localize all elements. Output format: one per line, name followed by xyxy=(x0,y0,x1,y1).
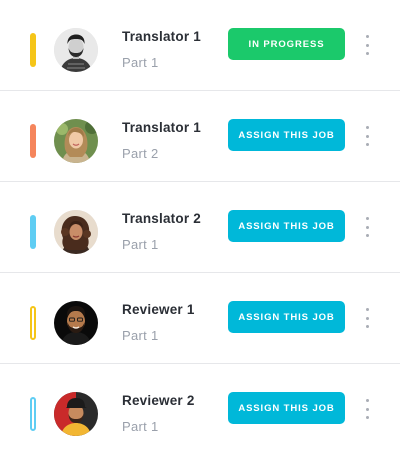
more-options-icon[interactable] xyxy=(361,399,373,419)
assignee-role: Reviewer 1 xyxy=(122,302,195,317)
avatar-woman-curly-icon xyxy=(54,210,98,254)
avatar-man-beard-icon xyxy=(54,28,98,72)
assign-job-button[interactable]: ASSIGN THIS JOB xyxy=(228,392,345,424)
assignee-role: Translator 1 xyxy=(122,29,201,44)
assignee-role: Translator 1 xyxy=(122,120,201,135)
list-item: Translator 1 Part 2 ASSIGN THIS JOB xyxy=(0,91,400,182)
assign-job-button[interactable]: ASSIGN THIS JOB xyxy=(228,210,345,242)
job-part: Part 1 xyxy=(122,328,159,343)
more-options-icon[interactable] xyxy=(361,308,373,328)
list-item: Translator 1 Part 1 IN PROGRESS xyxy=(0,0,400,91)
assign-job-button[interactable]: ASSIGN THIS JOB xyxy=(228,119,345,151)
job-assignment-list: Translator 1 Part 1 IN PROGRESS Translat… xyxy=(0,0,400,456)
more-options-icon[interactable] xyxy=(361,126,373,146)
avatar xyxy=(54,301,98,345)
job-part: Part 1 xyxy=(122,419,159,434)
more-options-icon[interactable] xyxy=(361,35,373,55)
in-progress-button[interactable]: IN PROGRESS xyxy=(228,28,345,60)
assignee-role: Reviewer 2 xyxy=(122,393,195,408)
status-indicator xyxy=(30,306,36,340)
avatar-woman-blonde-icon xyxy=(54,119,98,163)
avatar xyxy=(54,28,98,72)
avatar xyxy=(54,392,98,436)
status-indicator xyxy=(30,124,36,158)
job-part: Part 1 xyxy=(122,237,159,252)
status-indicator xyxy=(30,397,36,431)
avatar xyxy=(54,119,98,163)
list-item: Translator 2 Part 1 ASSIGN THIS JOB xyxy=(0,182,400,273)
status-indicator xyxy=(30,215,36,249)
job-part: Part 2 xyxy=(122,146,159,161)
more-options-icon[interactable] xyxy=(361,217,373,237)
status-indicator xyxy=(30,33,36,67)
avatar xyxy=(54,210,98,254)
list-item: Reviewer 1 Part 1 ASSIGN THIS JOB xyxy=(0,273,400,364)
assign-job-button[interactable]: ASSIGN THIS JOB xyxy=(228,301,345,333)
avatar-man-dark-icon xyxy=(54,301,98,345)
list-item: Reviewer 2 Part 1 ASSIGN THIS JOB xyxy=(0,364,400,456)
assignee-role: Translator 2 xyxy=(122,211,201,226)
avatar-man-cap-icon xyxy=(54,392,98,436)
job-part: Part 1 xyxy=(122,55,159,70)
